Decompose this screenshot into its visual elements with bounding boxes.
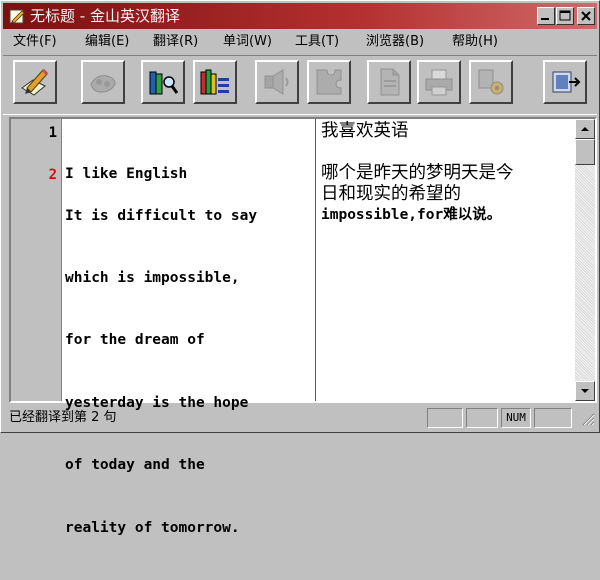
translated-sentence[interactable]: 我喜欢英语 xyxy=(321,121,409,142)
speaker-icon xyxy=(264,69,289,95)
menu-word[interactable]: 单词(W) xyxy=(223,34,272,50)
menu-bar: 文件(F) 编辑(E) 翻译(R) 单词(W) 工具(T) 浏览器(B) 帮助(… xyxy=(3,31,597,53)
arrow-down-icon xyxy=(581,389,589,393)
menu-help[interactable]: 帮助(H) xyxy=(452,34,498,50)
line-number: 1 xyxy=(48,125,57,141)
menu-edit[interactable]: 编辑(E) xyxy=(85,34,129,50)
menu-browser[interactable]: 浏览器(B) xyxy=(366,34,424,50)
source-line: which is impossible, xyxy=(65,269,240,286)
source-line: It is difficult to say xyxy=(65,207,258,224)
dictionary-button[interactable] xyxy=(141,60,185,104)
line-number-gutter: 1 2 xyxy=(11,119,62,401)
status-pane xyxy=(427,408,463,428)
resize-grip-icon[interactable] xyxy=(581,412,595,426)
scroll-down-button[interactable] xyxy=(575,381,595,401)
english-source-pane[interactable]: I like English It is difficult to say wh… xyxy=(65,119,316,536)
scroll-up-button[interactable] xyxy=(575,119,595,139)
document-button[interactable] xyxy=(367,60,411,104)
printer-icon xyxy=(425,69,453,96)
translation-line: 我喜欢英语 xyxy=(321,121,409,141)
menu-translate[interactable]: 翻译(R) xyxy=(153,34,198,50)
chinese-translation-pane[interactable]: 我喜欢英语 哪个是昨天的梦明天是今 日和现实的希望的 impossible,fo… xyxy=(317,119,572,401)
books-button[interactable] xyxy=(193,60,237,104)
vertical-scrollbar[interactable] xyxy=(575,119,595,401)
status-pane xyxy=(466,408,498,428)
speak-button[interactable] xyxy=(255,60,299,104)
status-message: 已经翻译到第 2 句 xyxy=(9,410,117,425)
source-line: for the dream of xyxy=(65,332,205,349)
translation-line: 哪个是昨天的梦明天是今 xyxy=(321,163,514,183)
hand-tool-button[interactable] xyxy=(81,60,125,104)
translated-sentence[interactable]: 哪个是昨天的梦明天是今 日和现实的希望的 impossible,for难以说。 xyxy=(321,163,514,226)
maximize-icon xyxy=(559,10,571,21)
hand-tool-icon xyxy=(90,75,116,93)
status-bar: 已经翻译到第 2 句 NUM xyxy=(3,406,597,430)
maximize-button[interactable] xyxy=(556,7,574,25)
application-window: 无标题 - 金山英汉翻译 文件(F) 编辑(E) 翻译(R) 单词(W) 工具(… xyxy=(0,0,600,536)
translate-button[interactable] xyxy=(13,60,57,104)
puzzle-button[interactable] xyxy=(307,60,351,104)
translation-line: impossible,for难以说。 xyxy=(321,207,502,223)
books-list-icon xyxy=(200,69,229,95)
dictionary-search-icon xyxy=(149,71,179,95)
exit-icon xyxy=(552,71,581,93)
translate-pen-icon xyxy=(21,68,49,96)
menu-tools[interactable]: 工具(T) xyxy=(295,34,339,50)
source-line: of today and the xyxy=(65,457,205,474)
document-icon xyxy=(380,68,400,96)
settings-icon xyxy=(478,69,504,95)
print-button[interactable] xyxy=(417,60,461,104)
scroll-thumb[interactable] xyxy=(575,139,595,165)
arrow-up-icon xyxy=(581,127,589,131)
translation-line: 日和现实的希望的 xyxy=(321,184,461,204)
settings-button[interactable] xyxy=(469,60,513,104)
exit-button[interactable] xyxy=(543,60,587,104)
minimize-icon xyxy=(541,18,549,20)
title-bar[interactable]: 无标题 - 金山英汉翻译 xyxy=(3,3,597,29)
source-sentence[interactable]: It is difficult to say which is impossib… xyxy=(65,164,257,580)
window-title: 无标题 - 金山英汉翻译 xyxy=(30,7,180,25)
menu-file[interactable]: 文件(F) xyxy=(13,34,57,50)
num-lock-indicator: NUM xyxy=(501,408,531,428)
source-line: reality of tomorrow. xyxy=(65,519,240,536)
translation-editor: 1 2 I like English It is difficult to sa… xyxy=(9,117,597,536)
app-icon xyxy=(9,9,25,24)
status-pane xyxy=(534,408,572,428)
puzzle-icon xyxy=(316,69,342,95)
minimize-button[interactable] xyxy=(537,7,555,25)
close-button[interactable] xyxy=(577,7,595,25)
close-icon xyxy=(581,11,591,21)
toolbar xyxy=(3,55,597,115)
line-number: 2 xyxy=(48,167,57,183)
